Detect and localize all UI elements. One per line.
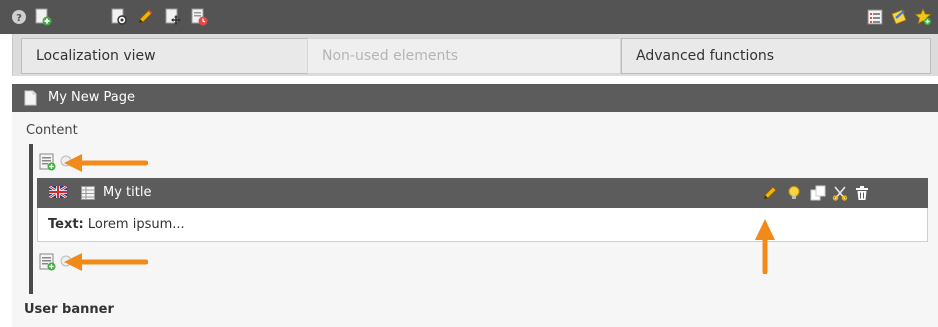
page-icon <box>24 90 37 110</box>
list-view-icon[interactable] <box>866 8 884 26</box>
view-page-icon[interactable] <box>110 8 128 26</box>
view-tabs: Localization view Non-used elements Adva… <box>12 34 938 76</box>
pointer-arrow-icon <box>755 219 775 274</box>
user-banner-column-label: User banner <box>24 302 114 317</box>
move-page-icon[interactable] <box>164 8 182 26</box>
content-column-label: Content <box>26 123 78 138</box>
table-icon <box>81 186 95 204</box>
page-history-icon[interactable] <box>190 8 208 26</box>
copy-icon[interactable] <box>809 184 827 202</box>
bookmark-star-icon[interactable] <box>914 8 932 26</box>
hide-bulb-icon[interactable] <box>785 184 803 202</box>
content-element-title: My title <box>103 185 152 200</box>
page-header: My New Page <box>12 84 938 112</box>
uk-flag-icon <box>48 184 68 202</box>
tab-localization-view[interactable]: Localization view <box>21 38 315 74</box>
content-element-body[interactable]: Text: Lorem ipsum... <box>37 208 928 242</box>
text-field-value: Lorem ipsum... <box>87 217 185 232</box>
help-icon[interactable]: ? <box>10 8 28 26</box>
pointer-arrow-icon <box>64 154 148 172</box>
page-title: My New Page <box>48 90 136 105</box>
top-toolbar: ? <box>0 0 938 34</box>
column-rule <box>29 144 33 294</box>
edit-pencil-icon[interactable] <box>136 8 154 26</box>
content-element-preview: Text: Lorem ipsum... <box>48 217 185 232</box>
new-page-icon[interactable] <box>34 8 52 26</box>
content-area: Content My title Text: Lorem ipsum... Us… <box>12 112 938 327</box>
tab-non-used-elements: Non-used elements <box>307 38 621 74</box>
pointer-arrow-icon <box>64 253 148 271</box>
tab-advanced-functions[interactable]: Advanced functions <box>621 38 931 74</box>
content-element-header: My title <box>37 178 928 208</box>
edit-pencil-icon[interactable] <box>761 184 779 202</box>
delete-icon[interactable] <box>853 184 871 202</box>
cut-icon[interactable] <box>831 184 849 202</box>
svg-text:?: ? <box>16 13 22 24</box>
edit-note-icon[interactable] <box>890 8 908 26</box>
text-field-label: Text: <box>48 217 84 232</box>
